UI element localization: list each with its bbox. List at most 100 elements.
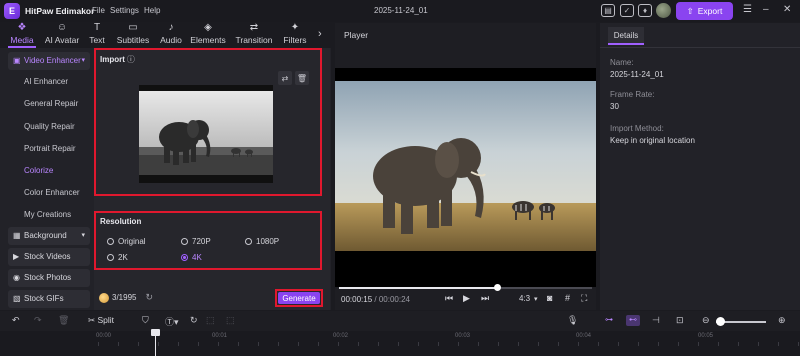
ruler-tick bbox=[678, 342, 679, 346]
crop-icon[interactable]: ⬚ bbox=[206, 315, 215, 326]
menu-file[interactable]: File bbox=[92, 6, 105, 15]
tab-media-label: Media bbox=[10, 35, 34, 45]
text-icon: T bbox=[93, 22, 101, 33]
resolution-option-1080p[interactable]: 1080P bbox=[245, 237, 279, 246]
stock-gifs-icon: ▧ bbox=[13, 294, 21, 303]
previous-frame-icon[interactable]: ⏮ bbox=[445, 293, 453, 304]
resolution-title: Resolution bbox=[100, 217, 142, 226]
redo-icon[interactable]: ↷ bbox=[34, 315, 42, 326]
tab-filters[interactable]: ✦ Filters bbox=[280, 22, 310, 46]
sidebar-item-general-repair[interactable]: General Repair bbox=[8, 95, 90, 112]
next-frame-icon[interactable]: ⏭ bbox=[481, 293, 489, 304]
ruler-tick bbox=[218, 342, 219, 346]
aspect-ratio-select[interactable]: 4:3 bbox=[519, 294, 530, 303]
credits-value: 3/1995 bbox=[112, 293, 137, 302]
speed-icon[interactable]: ↻ bbox=[190, 315, 198, 326]
menu-icon[interactable]: ☰ bbox=[743, 4, 752, 16]
ruler-tick bbox=[578, 342, 579, 346]
radio-icon bbox=[107, 254, 114, 261]
close-icon[interactable]: ✕ bbox=[783, 4, 791, 16]
delete-icon[interactable]: 🗑 bbox=[58, 315, 69, 326]
ruler-tick bbox=[278, 342, 279, 346]
sidebar-category-stock-gifs[interactable]: ▧ Stock GIFs bbox=[8, 290, 90, 308]
delete-icon[interactable]: 🗑 bbox=[295, 71, 309, 85]
menu-settings[interactable]: Settings bbox=[110, 6, 139, 15]
resolution-option-2k[interactable]: 2K bbox=[107, 253, 128, 262]
tab-subtitles[interactable]: ▭ Subtitles bbox=[114, 22, 152, 46]
ruler-tick bbox=[418, 342, 419, 346]
resolution-option-original[interactable]: Original bbox=[107, 237, 146, 246]
sidebar-item-ai-enhancer[interactable]: AI Enhancer bbox=[8, 73, 90, 90]
freeze-icon[interactable]: ⬚ bbox=[226, 315, 235, 326]
tab-details[interactable]: Details bbox=[608, 27, 644, 45]
tab-text[interactable]: T Text bbox=[86, 22, 108, 46]
tab-text-label: Text bbox=[89, 35, 105, 45]
fit-icon[interactable]: ⊡ bbox=[676, 315, 684, 326]
subtitles-icon: ▭ bbox=[128, 22, 138, 33]
video-preview[interactable] bbox=[335, 68, 596, 287]
cart-icon[interactable]: ♦ bbox=[638, 4, 652, 17]
marker-icon[interactable]: ⛉ bbox=[142, 315, 149, 326]
generate-button[interactable]: Generate bbox=[278, 292, 320, 304]
link-icon[interactable]: ⊶ bbox=[602, 315, 616, 326]
sidebar-category-video-enhancer[interactable]: ▣ Video Enhancer ▾ bbox=[8, 52, 90, 70]
split-button[interactable]: ✂ Split bbox=[88, 315, 114, 326]
zoom-slider-handle[interactable] bbox=[716, 317, 725, 326]
zoom-out-icon[interactable]: ⊖ bbox=[702, 315, 710, 326]
generate-highlight: Generate bbox=[275, 289, 323, 307]
media-icon: ❖ bbox=[17, 22, 27, 33]
chevron-right-icon[interactable]: › bbox=[318, 28, 322, 40]
track-icon[interactable]: ⊣ bbox=[652, 315, 660, 326]
sidebar-item-label: My Creations bbox=[24, 210, 72, 219]
chevron-down-icon[interactable]: ▾ bbox=[534, 295, 538, 303]
microphone-icon[interactable]: 🎙 bbox=[567, 315, 578, 326]
text-tool-icon[interactable]: Ⓣ▾ bbox=[165, 315, 179, 328]
timeline-ruler[interactable]: 00:00 00:01 00:02 00:03 00:04 00:05 bbox=[0, 331, 800, 356]
sidebar-category-label: Stock Photos bbox=[24, 273, 72, 282]
sidebar-item-portrait-repair[interactable]: Portrait Repair bbox=[8, 140, 90, 157]
sidebar-category-background[interactable]: ▦ Background ▾ bbox=[8, 227, 90, 245]
sidebar-item-color-enhancer[interactable]: Color Enhancer bbox=[8, 184, 90, 201]
progress-handle[interactable] bbox=[494, 284, 502, 291]
sidebar-item-quality-repair[interactable]: Quality Repair bbox=[8, 118, 90, 135]
media-toolbar: ❖ Media ☺ AI Avatar T Text ▭ Subtitles ♪… bbox=[0, 22, 331, 48]
replace-icon[interactable]: ⇄ bbox=[278, 71, 292, 85]
refresh-icon[interactable]: ↻ bbox=[145, 292, 153, 303]
undo-icon[interactable]: ↶ bbox=[12, 315, 20, 326]
resolution-option-label: 4K bbox=[192, 253, 202, 262]
play-icon[interactable]: ▶ bbox=[463, 293, 470, 304]
tab-ai-avatar[interactable]: ☺ AI Avatar bbox=[42, 22, 82, 46]
export-button[interactable]: ⇧ Export bbox=[676, 2, 733, 20]
sidebar-item-my-creations[interactable]: My Creations bbox=[8, 206, 90, 223]
avatar[interactable] bbox=[656, 3, 671, 18]
magnet-icon[interactable]: ⊷ bbox=[626, 315, 640, 326]
sidebar-item-label: AI Enhancer bbox=[24, 77, 69, 86]
resolution-option-720p[interactable]: 720P bbox=[181, 237, 211, 246]
ai-avatar-icon: ☺ bbox=[56, 22, 68, 33]
ruler-tick bbox=[238, 342, 239, 346]
resolution-option-4k[interactable]: 4K bbox=[181, 253, 202, 262]
fullscreen-icon[interactable]: ⛶ bbox=[581, 293, 587, 304]
timeline-toolbar: ↶ ↷ 🗑 ✂ Split ⛉ Ⓣ▾ ↻ ⬚ ⬚ 🎙 ⊶ ⊷ ⊣ ⊡ ⊖ ⊕ bbox=[0, 311, 800, 331]
tab-media[interactable]: ❖ Media bbox=[8, 22, 36, 48]
feedback-icon[interactable]: ✓ bbox=[620, 4, 634, 17]
tab-transition[interactable]: ⇄ Transition bbox=[234, 22, 274, 46]
sidebar-category-label: Background bbox=[24, 231, 67, 240]
grid-icon[interactable]: # bbox=[565, 293, 570, 303]
info-icon[interactable]: ⓘ bbox=[127, 55, 135, 64]
playhead[interactable] bbox=[155, 331, 156, 356]
snapshot-icon[interactable]: ◙ bbox=[547, 293, 552, 303]
sidebar-item-colorize[interactable]: Colorize bbox=[8, 162, 90, 179]
playback-progress-bar[interactable] bbox=[339, 284, 592, 291]
stock-videos-icon: ▶ bbox=[13, 252, 20, 261]
tab-elements[interactable]: ◈ Elements bbox=[190, 22, 226, 46]
sidebar-category-stock-videos[interactable]: ▶ Stock Videos bbox=[8, 248, 90, 266]
tab-audio[interactable]: ♪ Audio bbox=[158, 22, 184, 46]
layout-icon[interactable]: ▤ bbox=[601, 4, 615, 17]
zoom-in-icon[interactable]: ⊕ bbox=[778, 315, 786, 326]
progress-fill bbox=[339, 287, 498, 289]
minimize-icon[interactable]: – bbox=[763, 4, 769, 16]
sidebar-category-stock-photos[interactable]: ◉ Stock Photos bbox=[8, 269, 90, 287]
menu-help[interactable]: Help bbox=[144, 6, 160, 15]
ruler-tick bbox=[618, 342, 619, 346]
